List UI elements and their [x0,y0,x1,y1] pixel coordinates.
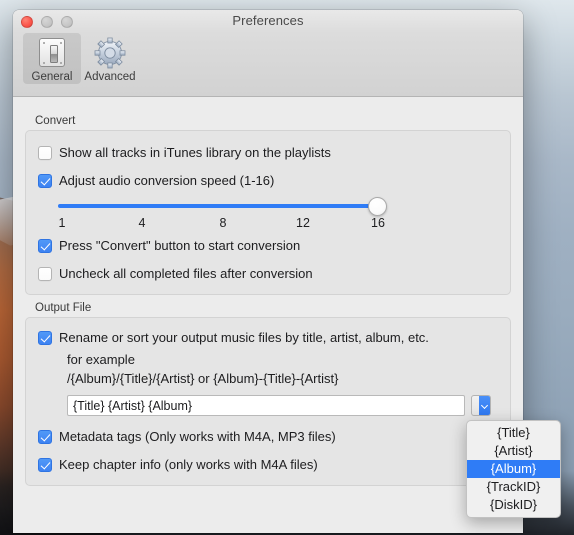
metadata-tags-label: Metadata tags (Only works with M4A, MP3 … [59,429,336,444]
adjust-speed-checkbox[interactable] [38,174,52,188]
convert-group-box: Show all tracks in iTunes library on the… [25,130,511,295]
metadata-tags-checkbox[interactable] [38,430,52,444]
tab-general-label: General [31,71,73,83]
convert-group-title: Convert [35,115,76,127]
conversion-speed-slider[interactable]: 1 4 8 12 16 [58,197,390,232]
slider-tick-labels: 1 4 8 12 16 [58,215,388,231]
adjust-speed-label: Adjust audio conversion speed (1-16) [59,173,275,188]
slider-tick-12: 12 [296,216,310,230]
menu-item-artist[interactable]: {Artist} [467,442,560,460]
preferences-toolbar: General Advanced [13,33,523,97]
tab-advanced-label: Advanced [84,71,136,83]
output-file-group: Output File Rename or sort your output m… [25,302,511,486]
menu-item-trackid[interactable]: {TrackID} [467,478,560,496]
slider-tick-8: 8 [219,216,227,230]
checkbox-row-rename-sort[interactable]: Rename or sort your output music files b… [38,330,498,346]
rename-sort-checkbox[interactable] [38,331,52,345]
gear-icon [93,36,127,70]
menu-item-album[interactable]: {Album} [467,460,560,478]
uncheck-completed-label: Uncheck all completed files after conver… [59,266,313,281]
checkbox-row-metadata-tags[interactable]: Metadata tags (Only works with M4A, MP3 … [38,429,498,445]
rename-sort-label: Rename or sort your output music files b… [59,330,429,345]
window-titlebar: Preferences [13,10,523,33]
keep-chapter-info-label: Keep chapter info (only works with M4A f… [59,457,318,472]
output-file-group-box: Rename or sort your output music files b… [25,317,511,486]
menu-item-diskid[interactable]: {DiskID} [467,496,560,514]
output-file-group-title: Output File [35,302,92,314]
uncheck-completed-checkbox[interactable] [38,267,52,281]
show-all-tracks-label: Show all tracks in iTunes library on the… [59,145,331,160]
checkbox-row-press-convert[interactable]: Press "Convert" button to start conversi… [38,238,498,254]
checkbox-row-adjust-speed[interactable]: Adjust audio conversion speed (1-16) [38,173,498,189]
pattern-dropdown-button[interactable] [471,395,491,416]
example-pattern: /{Album}/{Title}/{Artist} or {Album}-{Ti… [67,371,339,386]
preferences-window: Preferences General Advanced Convert Sho… [13,10,523,533]
checkbox-row-show-all-tracks[interactable]: Show all tracks in iTunes library on the… [38,145,498,161]
desktop-background: Preferences General Advanced Convert Sho… [0,0,574,535]
press-convert-label: Press "Convert" button to start conversi… [59,238,301,253]
slider-tick-4: 4 [138,216,146,230]
example-label: for example [67,352,135,367]
pattern-input[interactable] [67,395,465,416]
tab-general[interactable]: General [23,33,81,84]
preferences-content: Convert Show all tracks in iTunes librar… [13,97,523,532]
checkbox-row-keep-chapter-info[interactable]: Keep chapter info (only works with M4A f… [38,457,498,473]
tab-advanced[interactable]: Advanced [81,33,139,84]
pattern-field-row [67,395,498,416]
switch-plate-icon [35,36,69,70]
slider-thumb[interactable] [368,197,387,216]
show-all-tracks-checkbox[interactable] [38,146,52,160]
pattern-dropdown-menu[interactable]: {Title} {Artist} {Album} {TrackID} {Disk… [466,420,561,518]
convert-group: Convert Show all tracks in iTunes librar… [25,115,511,295]
checkbox-row-uncheck-completed[interactable]: Uncheck all completed files after conver… [38,266,498,282]
press-convert-checkbox[interactable] [38,239,52,253]
menu-item-title[interactable]: {Title} [467,424,560,442]
window-title: Preferences [232,13,304,28]
keep-chapter-info-checkbox[interactable] [38,458,52,472]
slider-tick-1: 1 [58,216,66,230]
slider-track[interactable] [58,204,378,208]
slider-tick-16: 16 [371,216,385,230]
